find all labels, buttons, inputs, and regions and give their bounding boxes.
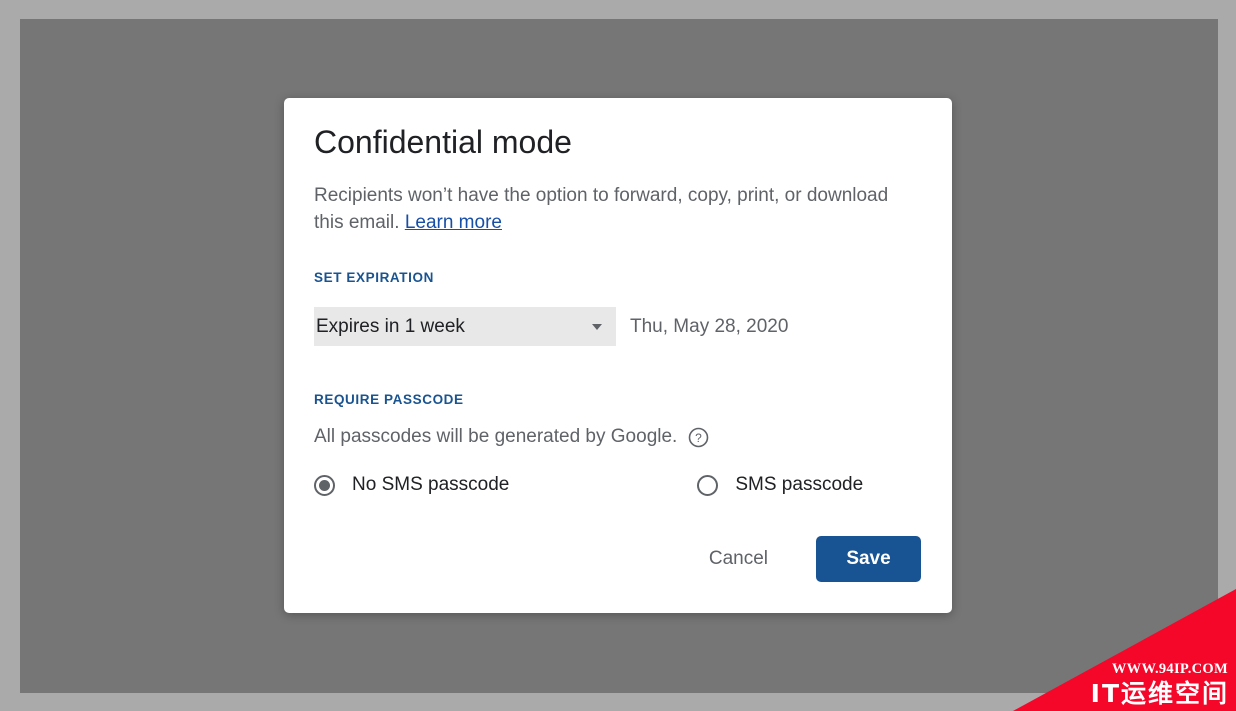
passcode-radio-group: No SMS passcode SMS passcode	[314, 474, 922, 496]
set-expiration-label: SET EXPIRATION	[314, 270, 434, 285]
expiration-row: Expires in 1 week Thu, May 28, 2020	[314, 307, 922, 346]
require-passcode-section: REQUIRE PASSCODE All passcodes will be g…	[314, 392, 922, 496]
help-circle-icon[interactable]: ?	[688, 427, 709, 448]
passcode-note-text: All passcodes will be generated by Googl…	[314, 426, 678, 447]
passcode-note-row: All passcodes will be generated by Googl…	[314, 426, 922, 448]
cancel-button[interactable]: Cancel	[695, 538, 782, 580]
chevron-down-icon	[592, 323, 602, 330]
svg-text:?: ?	[696, 431, 703, 445]
radio-option-no-sms-passcode[interactable]: No SMS passcode	[314, 474, 509, 496]
radio-indicator-selected[interactable]	[314, 474, 335, 496]
learn-more-link[interactable]: Learn more	[405, 212, 502, 233]
dialog-actions: Cancel Save	[695, 536, 921, 582]
set-expiration-section: SET EXPIRATION Expires in 1 week Thu, Ma…	[314, 270, 922, 346]
expiration-select-value: Expires in 1 week	[316, 316, 465, 337]
radio-option-sms-passcode[interactable]: SMS passcode	[697, 474, 863, 496]
dialog-description-text: Recipients won’t have the option to forw…	[314, 185, 889, 233]
radio-label-sms-passcode: SMS passcode	[735, 474, 864, 495]
confidential-mode-dialog: Confidential mode Recipients won’t have …	[284, 98, 952, 613]
dialog-description: Recipients won’t have the option to forw…	[314, 182, 904, 236]
expiration-date-text: Thu, May 28, 2020	[630, 315, 789, 337]
radio-label-no-sms-passcode: No SMS passcode	[352, 474, 510, 495]
dialog-header: Confidential mode Recipients won’t have …	[314, 120, 922, 236]
require-passcode-label: REQUIRE PASSCODE	[314, 392, 464, 407]
dialog-title: Confidential mode	[314, 124, 572, 160]
screen: Confidential mode Recipients won’t have …	[0, 0, 1236, 711]
save-button[interactable]: Save	[816, 536, 921, 582]
expiration-select[interactable]: Expires in 1 week	[314, 307, 616, 346]
radio-indicator-unselected[interactable]	[697, 474, 719, 496]
